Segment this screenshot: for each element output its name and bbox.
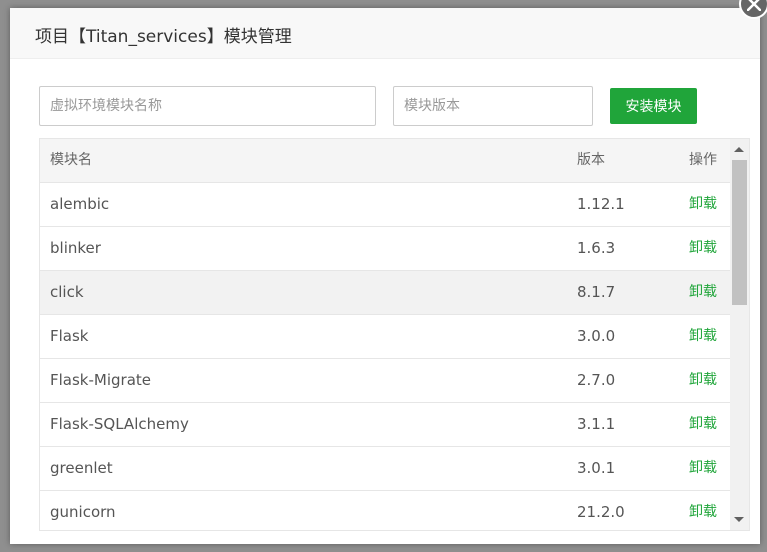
table-scrollbar[interactable]	[730, 139, 749, 530]
module-version: 21.2.0	[577, 503, 625, 521]
module-version: 8.1.7	[577, 283, 616, 301]
table-row: alembic 1.12.1 卸载	[40, 183, 730, 227]
table-row: blinker 1.6.3 卸载	[40, 227, 730, 271]
uninstall-link[interactable]: 卸载	[689, 183, 717, 226]
module-version: 2.7.0	[577, 371, 616, 389]
module-name: click	[50, 283, 84, 301]
dialog-header: 项目【Titan_services】模块管理	[10, 8, 760, 59]
table-header-row: 模块名 版本 操作	[40, 139, 730, 183]
module-name: Flask-SQLAlchemy	[50, 415, 189, 433]
module-name: Flask-Migrate	[50, 371, 152, 389]
module-version: 3.1.1	[577, 415, 616, 433]
scroll-down-arrow-icon[interactable]	[734, 517, 744, 522]
module-table: 模块名 版本 操作 alembic 1.12.1 卸载 blinker 1.6.…	[39, 138, 750, 531]
module-name: alembic	[50, 195, 110, 213]
dialog-title: 项目【Titan_services】模块管理	[35, 27, 292, 47]
close-icon	[747, 0, 761, 11]
scroll-thumb[interactable]	[732, 160, 747, 305]
uninstall-link[interactable]: 卸载	[689, 491, 717, 530]
module-version: 1.12.1	[577, 195, 625, 213]
scroll-up-arrow-icon[interactable]	[734, 147, 744, 152]
table-row: greenlet 3.0.1 卸载	[40, 447, 730, 491]
module-name-input[interactable]	[39, 86, 376, 126]
module-name: blinker	[50, 239, 101, 257]
uninstall-link[interactable]: 卸载	[689, 227, 717, 270]
module-table-body: 模块名 版本 操作 alembic 1.12.1 卸载 blinker 1.6.…	[40, 139, 730, 530]
table-row: Flask-SQLAlchemy 3.1.1 卸载	[40, 403, 730, 447]
module-version: 1.6.3	[577, 239, 616, 257]
header-version: 版本	[577, 152, 605, 168]
table-row: Flask 3.0.0 卸载	[40, 315, 730, 359]
table-row: click 8.1.7 卸载	[40, 271, 730, 315]
uninstall-link[interactable]: 卸载	[689, 271, 717, 314]
table-row: gunicorn 21.2.0 卸载	[40, 491, 730, 530]
module-version-input[interactable]	[393, 86, 593, 126]
install-module-button[interactable]: 安装模块	[610, 88, 697, 124]
uninstall-link[interactable]: 卸载	[689, 447, 717, 490]
module-version: 3.0.0	[577, 327, 616, 345]
module-version: 3.0.1	[577, 459, 616, 477]
module-name: Flask	[50, 327, 89, 345]
uninstall-link[interactable]: 卸载	[689, 315, 717, 358]
uninstall-link[interactable]: 卸载	[689, 359, 717, 402]
header-action: 操作	[689, 152, 717, 168]
table-row: Flask-Migrate 2.7.0 卸载	[40, 359, 730, 403]
module-name: gunicorn	[50, 503, 116, 521]
module-manager-dialog: 项目【Titan_services】模块管理 安装模块 模块名 版本 操作 al…	[10, 8, 760, 544]
uninstall-link[interactable]: 卸载	[689, 403, 717, 446]
module-name: greenlet	[50, 459, 113, 477]
header-module-name: 模块名	[50, 152, 92, 168]
